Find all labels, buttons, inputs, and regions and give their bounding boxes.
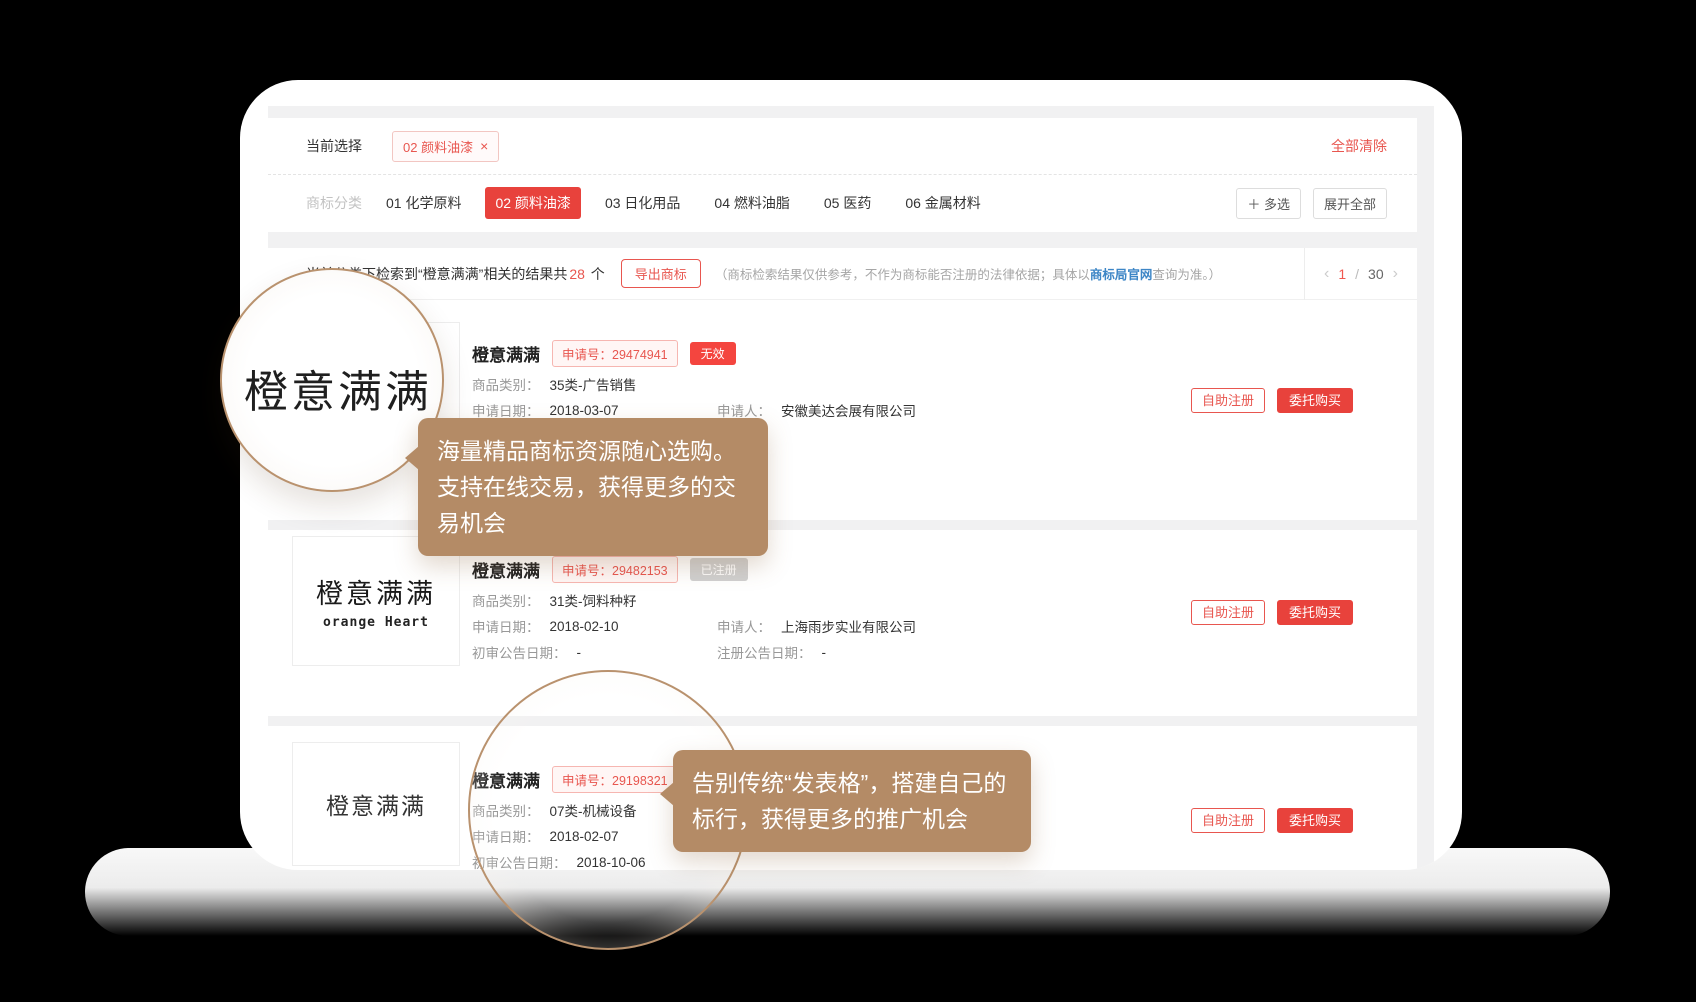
expand-all-button[interactable]: 展开全部 bbox=[1313, 188, 1387, 219]
result-2-publication-line: 初审公告日期： - 注册公告日期： - bbox=[472, 639, 1192, 665]
result-2-actions: 自助注册 委托购买 bbox=[1191, 600, 1353, 625]
category-item-04[interactable]: 04 燃料油脂 bbox=[714, 193, 789, 213]
self-register-button[interactable]: 自助注册 bbox=[1191, 808, 1265, 833]
filter-panel: 当前选择 02 颜料油漆 × 全部清除 商标分类 01 化学原料 02 颜料油漆… bbox=[268, 118, 1417, 232]
thumbnail-trademark-subtext: orange Heart bbox=[323, 615, 429, 630]
application-number-pill: 申请号：29482153 bbox=[552, 556, 678, 583]
trademark-office-link[interactable]: 商标局官网 bbox=[1090, 268, 1153, 282]
export-trademarks-button[interactable]: 导出商标 bbox=[621, 259, 701, 288]
disclaimer-suffix: 查询为准。） bbox=[1152, 268, 1221, 282]
trademark-name[interactable]: 橙意满满 bbox=[472, 341, 540, 366]
entrust-buy-button[interactable]: 委托购买 bbox=[1277, 600, 1353, 625]
applicant-label: 申请人： bbox=[717, 400, 771, 420]
selected-filter-tag-label: 02 颜料油漆 bbox=[403, 137, 473, 156]
results-count-unit: 个 bbox=[591, 266, 605, 282]
trademark-name[interactable]: 橙意满满 bbox=[472, 557, 540, 582]
current-page: 1 bbox=[1338, 266, 1346, 282]
status-badge-invalid: 无效 bbox=[690, 342, 736, 365]
results-count: 28 bbox=[569, 266, 585, 282]
entrust-buy-button[interactable]: 委托购买 bbox=[1277, 808, 1353, 833]
magnified-trademark-text: 橙意满满 bbox=[244, 356, 432, 420]
applicant-label: 申请人： bbox=[717, 616, 771, 636]
page: 当前选择 02 颜料油漆 × 全部清除 商标分类 01 化学原料 02 颜料油漆… bbox=[0, 0, 1696, 1002]
application-number-label: 申请号： bbox=[562, 348, 612, 362]
category-item-06[interactable]: 06 金属材料 bbox=[905, 193, 980, 213]
application-number-value: 29474941 bbox=[612, 348, 668, 362]
category-item-01[interactable]: 01 化学原料 bbox=[386, 193, 461, 213]
prev-page-icon[interactable]: ‹ bbox=[1324, 265, 1329, 283]
tooltip-marketplace: 海量精品商标资源随心选购。支持在线交易，获得更多的交易机会 bbox=[418, 418, 768, 556]
apply-date-label: 申请日期： bbox=[472, 400, 540, 420]
application-number-value: 29482153 bbox=[612, 564, 668, 578]
applicant-group: 申请人： 安徽美达会展有限公司 bbox=[717, 400, 916, 420]
apply-date-label: 申请日期： bbox=[472, 616, 540, 636]
category-item-03[interactable]: 03 日化用品 bbox=[605, 193, 680, 213]
category-value: 35类-广告销售 bbox=[550, 374, 637, 394]
result-1-details: 橙意满满 申请号：29474941 无效 商品类别： 35类-广告销售 申请日期… bbox=[472, 340, 1192, 423]
result-row-2: 橙意满满 orange Heart 橙意满满 申请号：29482153 已注册 bbox=[268, 530, 1417, 716]
application-number-pill: 申请号：29474941 bbox=[552, 340, 678, 367]
category-bar-label: 商标分类 bbox=[306, 193, 362, 213]
category-label: 商品类别： bbox=[472, 590, 540, 610]
category-item-05[interactable]: 05 医药 bbox=[824, 193, 871, 213]
result-3-actions: 自助注册 委托购买 bbox=[1191, 808, 1353, 833]
total-pages: 30 bbox=[1368, 266, 1384, 282]
category-label: 商品类别： bbox=[472, 374, 540, 394]
result-1-name-line: 橙意满满 申请号：29474941 无效 bbox=[472, 340, 1192, 366]
result-1-category-line: 商品类别： 35类-广告销售 bbox=[472, 371, 1192, 397]
category-item-02-active[interactable]: 02 颜料油漆 bbox=[485, 187, 580, 219]
pagination: ‹ 1 / 30 › bbox=[1304, 248, 1417, 300]
applicant-value: 上海雨步实业有限公司 bbox=[781, 616, 916, 636]
first-publication-label: 初审公告日期： bbox=[472, 642, 567, 662]
self-register-button[interactable]: 自助注册 bbox=[1191, 388, 1265, 413]
disclaimer-text: （商标检索结果仅供参考，不作为商标能否注册的法律依据；具体以 bbox=[715, 268, 1090, 282]
result-1-actions: 自助注册 委托购买 bbox=[1191, 388, 1353, 413]
thumbnail-trademark-text: 橙意满满 bbox=[326, 787, 426, 821]
first-publication-value: - bbox=[577, 645, 582, 660]
application-number-label: 申请号： bbox=[562, 564, 612, 578]
thumbnail-trademark-text: 橙意满满 bbox=[316, 572, 436, 611]
result-2-date-line: 申请日期： 2018-02-10 申请人： 上海雨步实业有限公司 bbox=[472, 613, 1192, 639]
self-register-button[interactable]: 自助注册 bbox=[1191, 600, 1265, 625]
selected-filter-tag[interactable]: 02 颜料油漆 × bbox=[392, 131, 499, 162]
category-row: 商标分类 01 化学原料 02 颜料油漆 03 日化用品 04 燃料油脂 05 … bbox=[268, 175, 1417, 231]
apply-date-value: 2018-02-10 bbox=[550, 619, 619, 634]
category-tools: ＋ 多选 展开全部 bbox=[1236, 188, 1387, 219]
apply-date-value: 2018-03-07 bbox=[550, 403, 619, 418]
trademark-thumbnail-3[interactable]: 橙意满满 bbox=[292, 742, 460, 866]
results-disclaimer: （商标检索结果仅供参考，不作为商标能否注册的法律依据；具体以商标局官网查询为准。… bbox=[715, 264, 1221, 283]
registration-publication-value: - bbox=[822, 645, 827, 660]
status-badge-registered: 已注册 bbox=[690, 558, 748, 581]
next-page-icon[interactable]: › bbox=[1393, 265, 1398, 283]
results-header: 当前分类下检索到“橙意满满”相关的结果共28 个 导出商标 （商标检索结果仅供参… bbox=[268, 248, 1417, 300]
tag-close-icon[interactable]: × bbox=[480, 138, 488, 154]
applicant-group: 申请人： 上海雨步实业有限公司 bbox=[717, 616, 916, 636]
current-selection-label: 当前选择 bbox=[306, 136, 362, 156]
result-2-category-line: 商品类别： 31类-饲料种籽 bbox=[472, 587, 1192, 613]
category-value: 31类-饲料种籽 bbox=[550, 590, 637, 610]
applicant-value: 安徽美达会展有限公司 bbox=[781, 400, 916, 420]
current-selection-row: 当前选择 02 颜料油漆 × 全部清除 bbox=[268, 118, 1417, 175]
entrust-buy-button[interactable]: 委托购买 bbox=[1277, 388, 1353, 413]
registration-publication-label: 注册公告日期： bbox=[717, 642, 812, 662]
category-list: 01 化学原料 02 颜料油漆 03 日化用品 04 燃料油脂 05 医药 06… bbox=[386, 193, 981, 213]
clear-all-link[interactable]: 全部清除 bbox=[1331, 136, 1387, 156]
page-divider: / bbox=[1355, 266, 1359, 282]
tooltip-promotion: 告别传统“发表格”，搭建自己的标行，获得更多的推广机会 bbox=[673, 750, 1031, 852]
registration-publication-group: 注册公告日期： - bbox=[717, 642, 826, 662]
multi-select-button[interactable]: ＋ 多选 bbox=[1236, 188, 1301, 219]
result-2-name-line: 橙意满满 申请号：29482153 已注册 bbox=[472, 556, 1192, 582]
result-2-details: 橙意满满 申请号：29482153 已注册 商品类别： 31类-饲料种籽 申请日… bbox=[472, 556, 1192, 665]
